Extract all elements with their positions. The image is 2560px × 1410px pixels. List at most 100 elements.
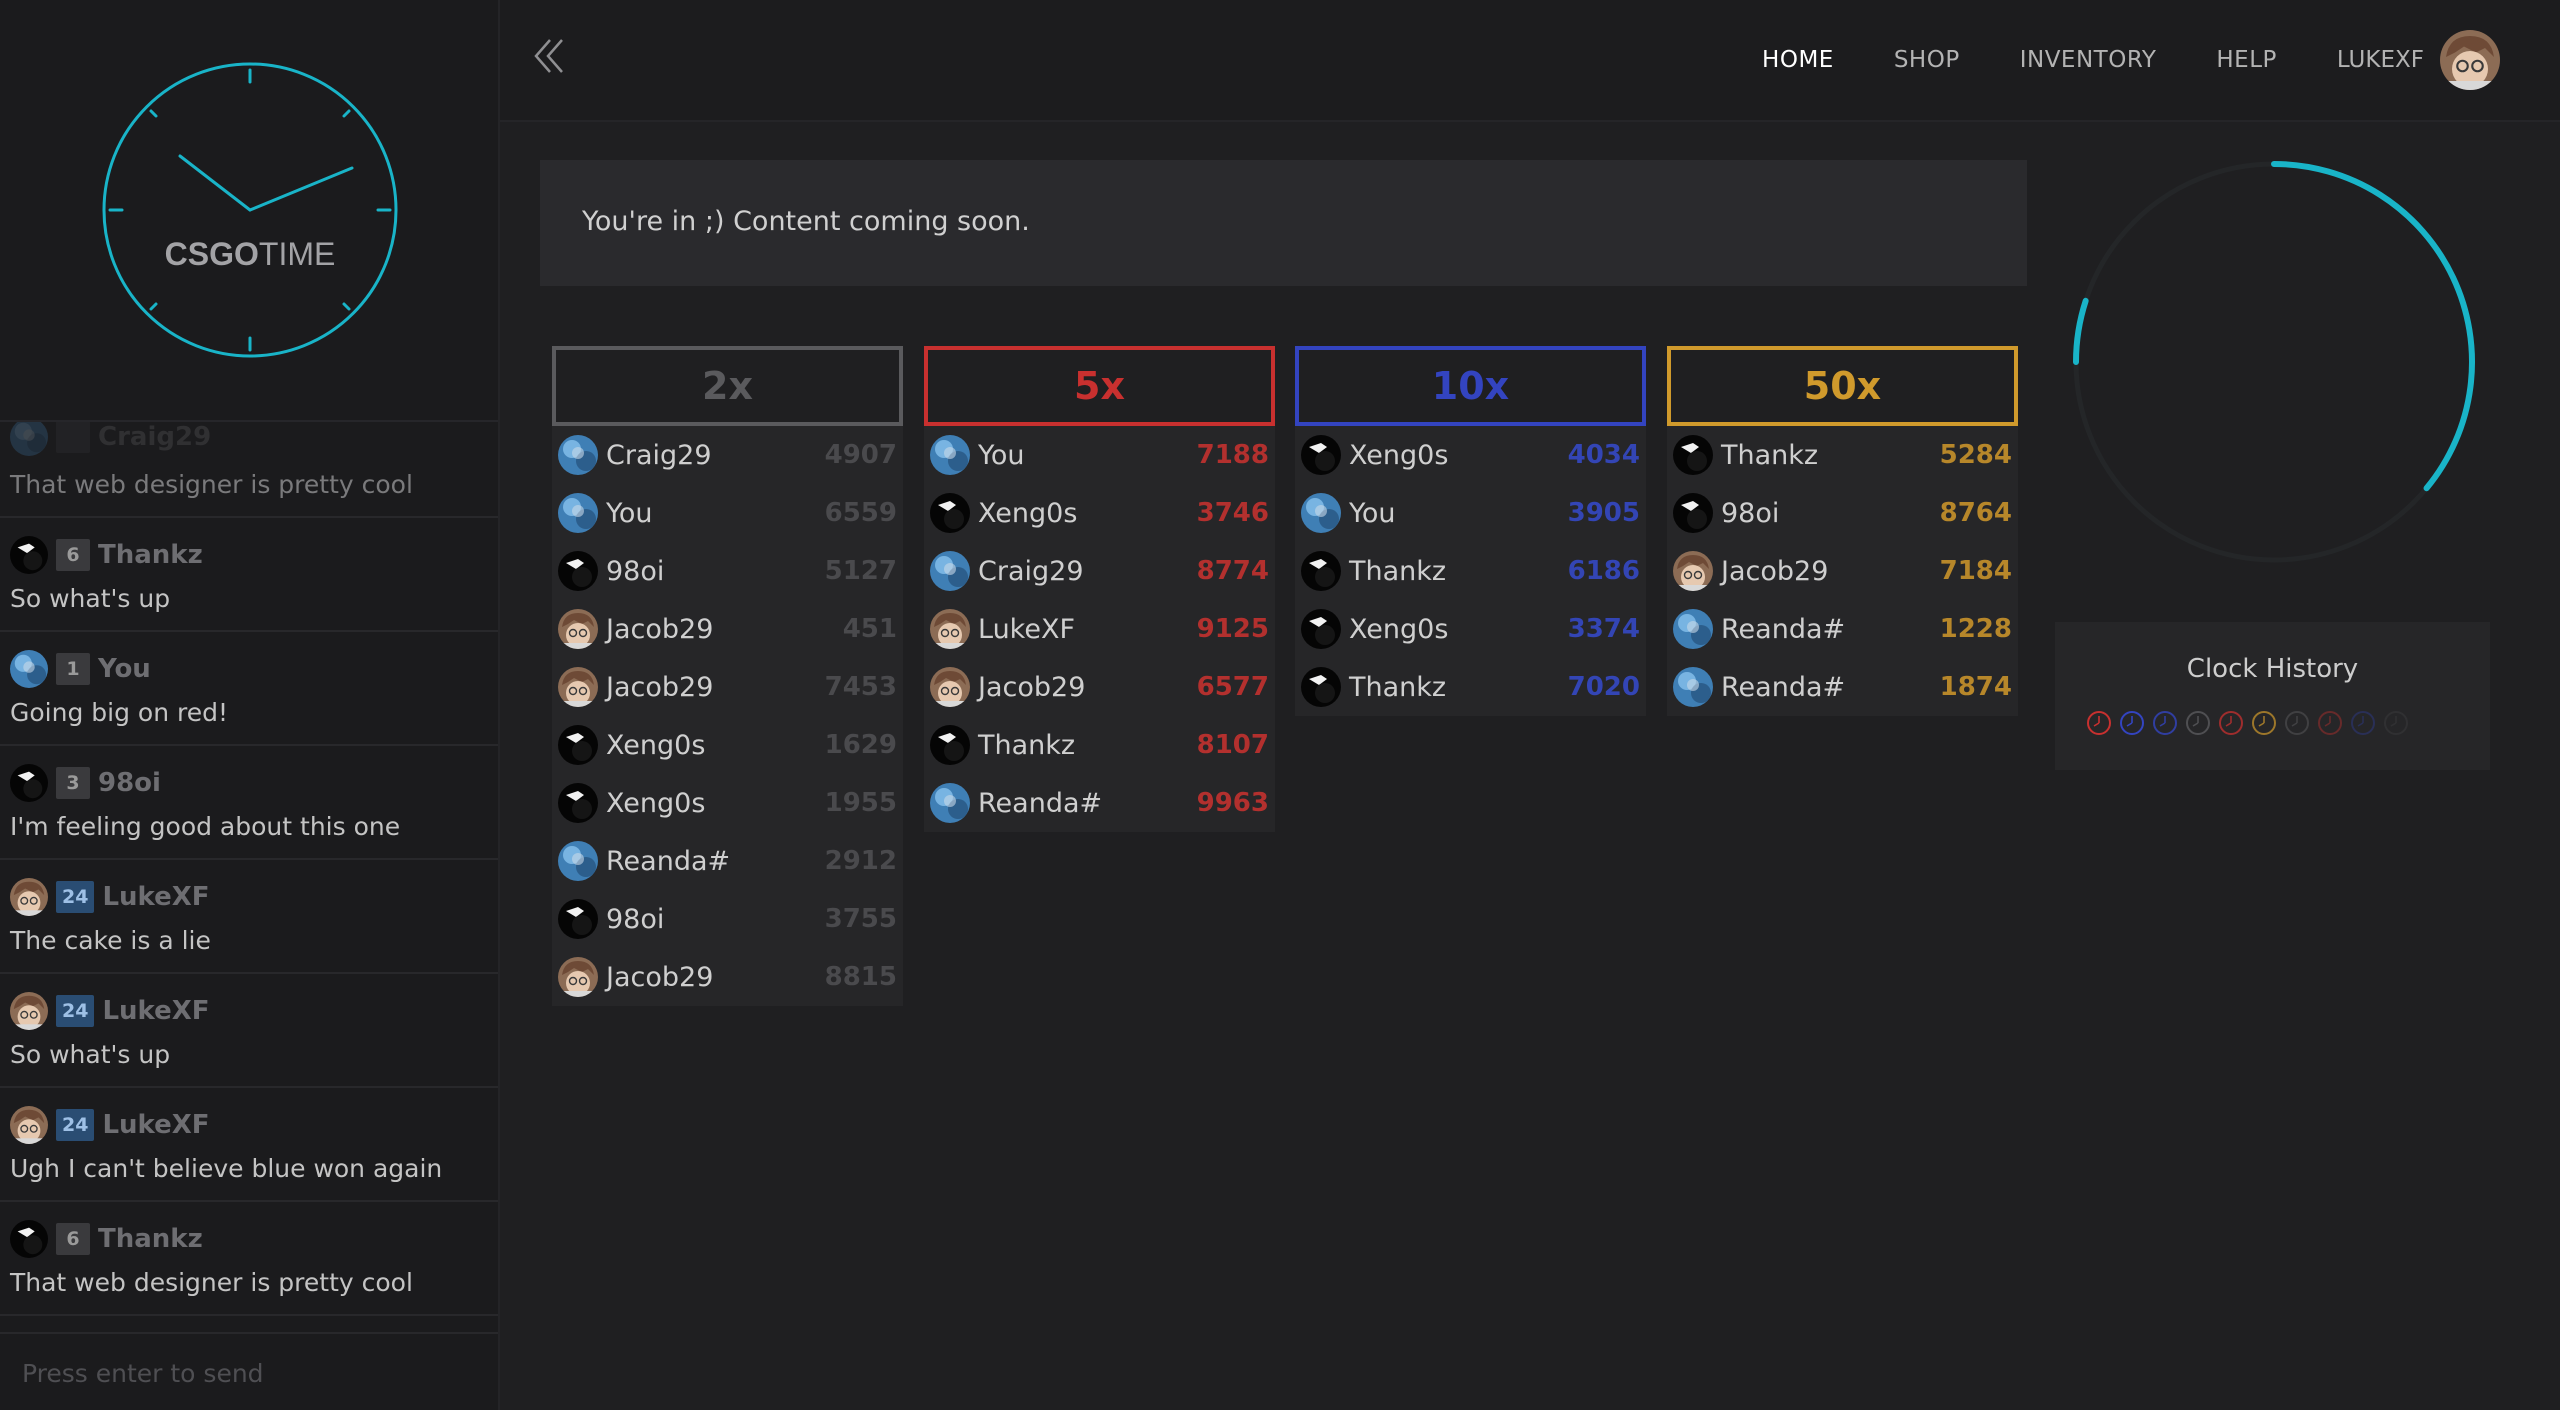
bet-row: Jacob29 8815 [552,948,903,1006]
bet-amount: 7453 [824,672,897,702]
dark-avatar-icon [1301,667,1341,707]
history-clock-icon[interactable] [2185,710,2211,736]
chat-avatar[interactable] [10,992,48,1030]
history-clock-icon[interactable] [2218,710,2244,736]
bet-row: You 7188 [924,426,1275,484]
bet-amount: 8107 [1196,730,1269,760]
bet-row: Xeng0s 1955 [552,774,903,832]
bettor-avatar [558,957,598,997]
bettor-avatar [558,667,598,707]
bettor-name: You [978,439,1025,471]
level-badge: 24 [56,881,95,913]
history-clock-icon[interactable] [2350,710,2376,736]
nav-home[interactable]: HOME [1762,47,1834,73]
bet-row: Thankz 8107 [924,716,1275,774]
face-avatar-icon [2440,30,2500,90]
bet-amount: 7184 [1939,556,2012,586]
bettor-avatar [1301,609,1341,649]
bet-button-5x[interactable]: 5x [924,346,1275,426]
bettor-name: Reanda# [978,787,1103,819]
chat-avatar[interactable] [10,650,48,688]
bet-amount: 3755 [824,904,897,934]
chat-avatar[interactable] [10,1220,48,1258]
announcement-banner: You're in ;) Content coming soon. [540,160,2027,286]
bet-button-10x[interactable]: 10x [1295,346,1646,426]
bettor-name: 98oi [606,903,665,935]
blue-avatar-icon [930,435,970,475]
bettor-avatar [1301,493,1341,533]
history-clock-icon[interactable] [2284,710,2310,736]
chat-input[interactable] [20,1352,484,1394]
bettor-avatar [930,551,970,591]
history-clock-icon[interactable] [2383,710,2409,736]
brand-name-bold: CSGO [165,236,259,272]
chat-message-text: Going big on red! [10,698,228,727]
bet-column-50x: 50x Thankz 5284 98oi 8764 Jacob29 7184 Reanda# 1… [1667,346,2018,716]
history-clock-icon[interactable] [2317,710,2343,736]
chat-avatar[interactable] [10,764,48,802]
level-badge: 6 [56,539,90,571]
history-clock-icon[interactable] [2152,710,2178,736]
blue-avatar-icon [558,493,598,533]
history-clock-icon[interactable] [2086,710,2112,736]
bet-amount: 8815 [824,962,897,992]
chat-message: 1 You Going big on red! [0,632,498,746]
face-avatar-icon [558,957,598,997]
chat-message-text: That web designer is pretty cool [10,1268,413,1297]
history-clock-icon[interactable] [2119,710,2145,736]
chat-message: 3 98oi I'm feeling good about this one [0,746,498,860]
chat-message-header: 24 LukeXF [10,992,210,1030]
chat-avatar[interactable] [10,422,48,456]
bettor-avatar [558,841,598,881]
chat-username[interactable]: Thankz [98,540,203,570]
chat-username[interactable]: You [98,654,151,684]
chat-message: Craig29 That web designer is pretty cool [0,422,498,518]
bettor-avatar [1673,435,1713,475]
nav-help[interactable]: HELP [2216,47,2277,73]
collapse-sidebar-icon[interactable] [530,36,570,76]
bet-row: Xeng0s 3374 [1295,600,1646,658]
bettor-avatar [930,783,970,823]
bettor-avatar [558,783,598,823]
brand-name-light: TIME [259,236,335,272]
bettor-name: You [606,497,653,529]
bettor-avatar [558,551,598,591]
chat-avatar[interactable] [10,536,48,574]
level-badge: 6 [56,1223,90,1255]
bet-amount: 6559 [824,498,897,528]
chat-username[interactable]: LukeXF [102,1110,209,1140]
history-clock-icon[interactable] [2251,710,2277,736]
chat-username[interactable]: LukeXF [102,882,209,912]
chat-message: 24 LukeXF The cake is a lie [0,860,498,974]
bettor-name: Thankz [1349,671,1447,703]
blue-avatar-icon [10,650,48,688]
chat-username[interactable]: 98oi [98,768,161,798]
chat-avatar[interactable] [10,878,48,916]
nav-inventory[interactable]: INVENTORY [2020,47,2157,73]
chat-avatar[interactable] [10,1106,48,1144]
bet-row: Thankz 5284 [1667,426,2018,484]
bettor-avatar [1673,493,1713,533]
chat-username[interactable]: Craig29 [98,422,211,452]
user-menu-label[interactable]: LUKEXF [2337,47,2424,73]
dark-avatar-icon [10,764,48,802]
chat-username[interactable]: LukeXF [102,996,209,1026]
bet-amount: 6577 [1196,672,1269,702]
chat-username[interactable]: Thankz [98,1224,203,1254]
chat-message-header: 24 LukeXF [10,1106,210,1144]
bet-row: Jacob29 451 [552,600,903,658]
bet-button-2x[interactable]: 2x [552,346,903,426]
user-avatar[interactable] [2440,30,2500,90]
bet-amount: 8764 [1939,498,2012,528]
bet-amount: 9125 [1196,614,1269,644]
chat-feed[interactable]: Craig29 That web designer is pretty cool 6… [0,422,498,1332]
chat-message-text: So what's up [10,1040,171,1069]
clock-logo-icon[interactable]: CSGOTIME [100,60,400,360]
bet-button-50x[interactable]: 50x [1667,346,2018,426]
bet-amount: 6186 [1567,556,1640,586]
bettor-avatar [558,725,598,765]
bettor-name: Reanda# [606,845,731,877]
bet-column-10x: 10x Xeng0s 4034 You 3905 Thankz 6186 Xeng0s 3374… [1295,346,1646,716]
timer-arc-tail [2073,297,2089,365]
nav-shop[interactable]: SHOP [1894,47,1960,73]
